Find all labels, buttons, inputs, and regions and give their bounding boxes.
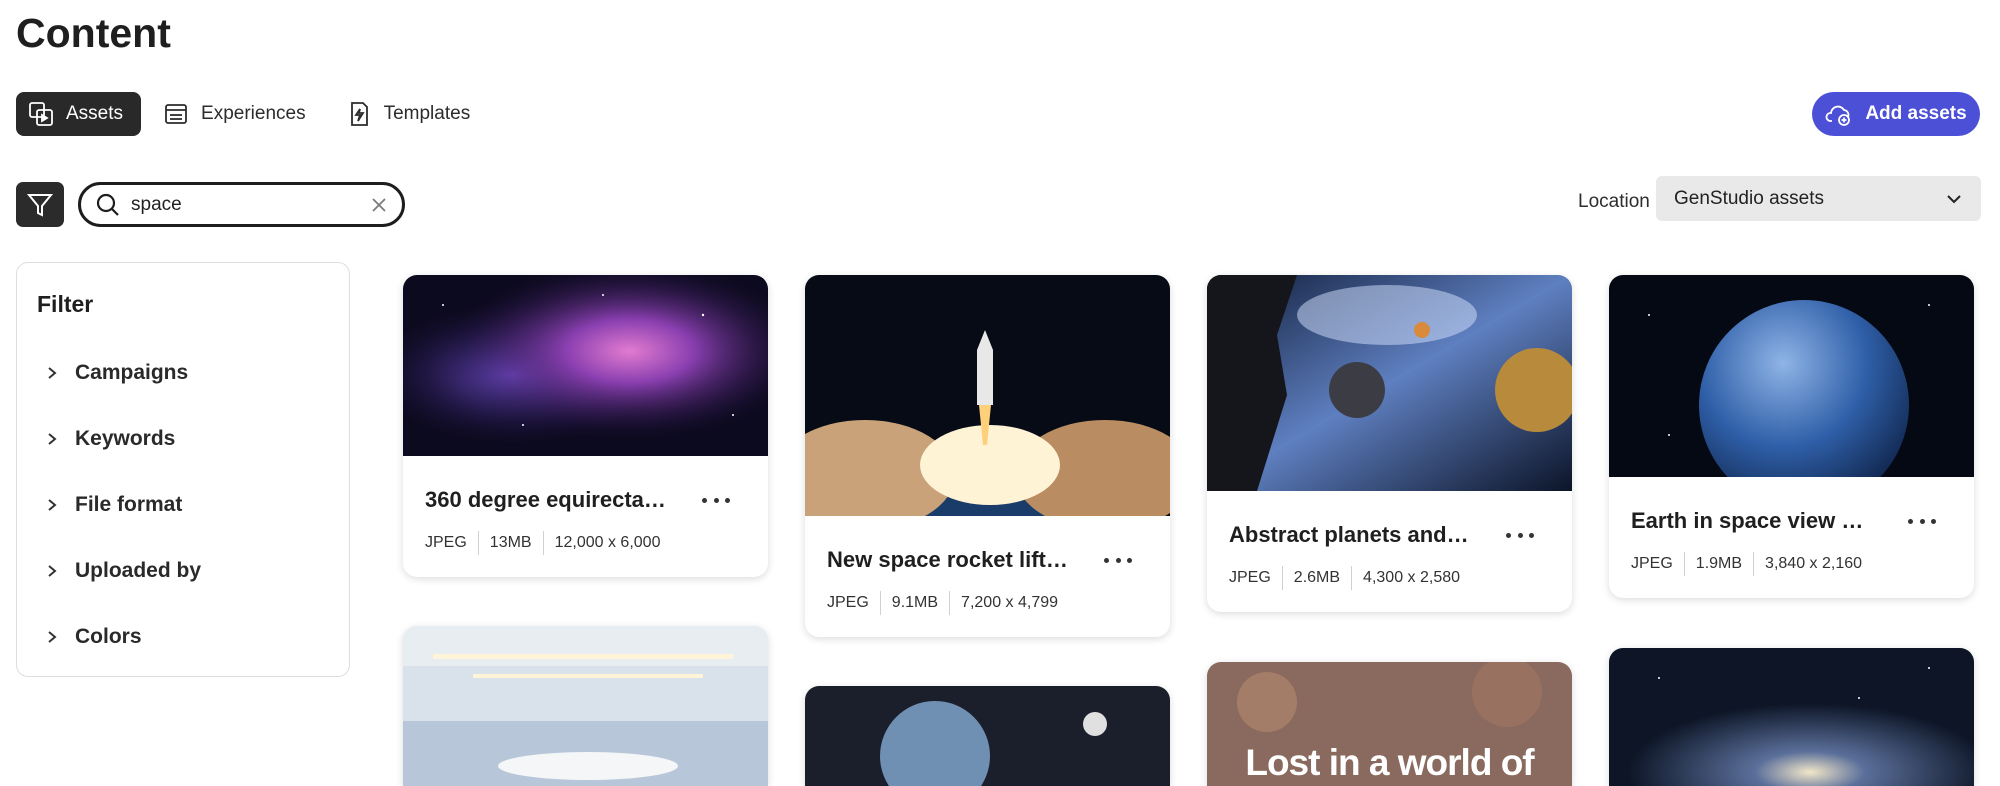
asset-format: JPEG	[1229, 569, 1271, 586]
asset-size: 9.1MB	[879, 591, 949, 615]
asset-thumbnail	[403, 626, 768, 786]
page-title: Content	[16, 10, 171, 56]
asset-card-partial[interactable]	[1609, 648, 1974, 786]
templates-icon	[350, 102, 368, 126]
location-dropdown[interactable]: GenStudio assets	[1656, 176, 1981, 221]
asset-title: 360 degree equirectang...	[425, 487, 670, 512]
tab-templates-label: Templates	[383, 103, 471, 124]
filter-panel: Filter Campaigns Keywords File format Up…	[16, 262, 350, 677]
asset-card[interactable]: New space rocket lift off.... JPEG 9.1MB…	[805, 275, 1170, 637]
tab-experiences-label: Experiences	[201, 103, 306, 124]
asset-format: JPEG	[1631, 555, 1673, 572]
tab-experiences[interactable]: Experiences	[151, 92, 324, 136]
filter-item-label: File format	[75, 493, 183, 516]
asset-format: JPEG	[827, 594, 869, 611]
filter-item-colors[interactable]: Colors	[45, 604, 329, 670]
filter-item-label: Keywords	[75, 427, 176, 450]
asset-format: JPEG	[425, 534, 467, 551]
chevron-right-icon	[48, 565, 57, 577]
asset-dimensions: 7,200 x 4,799	[949, 591, 1069, 615]
chevron-right-icon	[48, 367, 57, 379]
filter-toggle-button[interactable]	[16, 182, 64, 227]
asset-thumbnail	[805, 275, 1170, 637]
filter-item-label: Campaigns	[75, 361, 189, 384]
location-label: Location	[1578, 191, 1650, 212]
asset-card-partial[interactable]: Lost in a world of	[1207, 662, 1572, 786]
experiences-icon	[165, 104, 187, 124]
chevron-right-icon	[48, 631, 57, 643]
search-field	[78, 182, 405, 227]
asset-card-partial[interactable]	[403, 626, 768, 786]
more-options-icon[interactable]	[1506, 525, 1534, 545]
asset-meta: JPEG 13MB 12,000 x 6,000	[425, 531, 746, 555]
chevron-right-icon	[48, 433, 57, 445]
asset-meta: JPEG 2.6MB 4,300 x 2,580	[1229, 566, 1550, 590]
asset-size: 1.9MB	[1683, 552, 1753, 576]
asset-title: Abstract planets and spa...	[1229, 522, 1474, 547]
asset-title: Earth in space view with...	[1631, 508, 1876, 533]
asset-overlay-text: Lost in a world of	[1245, 742, 1534, 783]
filter-item-campaigns[interactable]: Campaigns	[45, 340, 329, 406]
asset-thumbnail	[805, 686, 1170, 786]
filter-item-uploaded-by[interactable]: Uploaded by	[45, 538, 329, 604]
clear-search-icon[interactable]	[370, 196, 388, 214]
assets-icon	[29, 102, 53, 126]
asset-thumbnail	[1609, 648, 1974, 786]
asset-card[interactable]: 360 degree equirectang... JPEG 13MB 12,0…	[403, 275, 768, 577]
more-options-icon[interactable]	[702, 490, 730, 510]
asset-title: New space rocket lift off....	[827, 547, 1072, 572]
asset-dimensions: 4,300 x 2,580	[1351, 566, 1471, 590]
asset-thumbnail	[403, 275, 768, 456]
tab-templates[interactable]: Templates	[334, 92, 489, 136]
filter-title: Filter	[37, 291, 94, 317]
tab-assets[interactable]: Assets	[16, 92, 142, 136]
asset-dimensions: 3,840 x 2,160	[1753, 552, 1873, 576]
cloud-upload-icon	[1825, 105, 1851, 126]
filter-item-label: Colors	[75, 625, 142, 648]
chevron-right-icon	[48, 499, 57, 511]
chevron-down-icon	[1947, 194, 1961, 203]
add-assets-button[interactable]: Add assets	[1812, 92, 1980, 136]
search-input[interactable]	[131, 193, 351, 216]
more-options-icon[interactable]	[1104, 550, 1132, 570]
content-tabs: Assets Experiences Templates	[16, 92, 488, 136]
filter-item-keywords[interactable]: Keywords	[45, 406, 329, 472]
asset-card[interactable]: Earth in space view with... JPEG 1.9MB 3…	[1609, 275, 1974, 598]
filter-item-label: Uploaded by	[75, 559, 202, 582]
asset-size: 2.6MB	[1281, 566, 1351, 590]
location-selected-value: GenStudio assets	[1674, 187, 1824, 209]
asset-card-partial[interactable]	[805, 686, 1170, 786]
search-icon	[96, 193, 119, 216]
asset-thumbnail	[1609, 275, 1974, 510]
asset-dimensions: 12,000 x 6,000	[542, 531, 672, 555]
asset-meta: JPEG 1.9MB 3,840 x 2,160	[1631, 552, 1952, 576]
filter-icon	[26, 193, 54, 217]
asset-card[interactable]: Abstract planets and spa... JPEG 2.6MB 4…	[1207, 275, 1572, 612]
filter-item-file-format[interactable]: File format	[45, 472, 329, 538]
asset-thumbnail	[1207, 275, 1572, 491]
tab-assets-label: Assets	[66, 103, 124, 124]
asset-size: 13MB	[477, 531, 543, 555]
add-assets-label: Add assets	[1865, 103, 1967, 124]
more-options-icon[interactable]	[1908, 511, 1936, 531]
asset-meta: JPEG 9.1MB 7,200 x 4,799	[827, 591, 1148, 615]
